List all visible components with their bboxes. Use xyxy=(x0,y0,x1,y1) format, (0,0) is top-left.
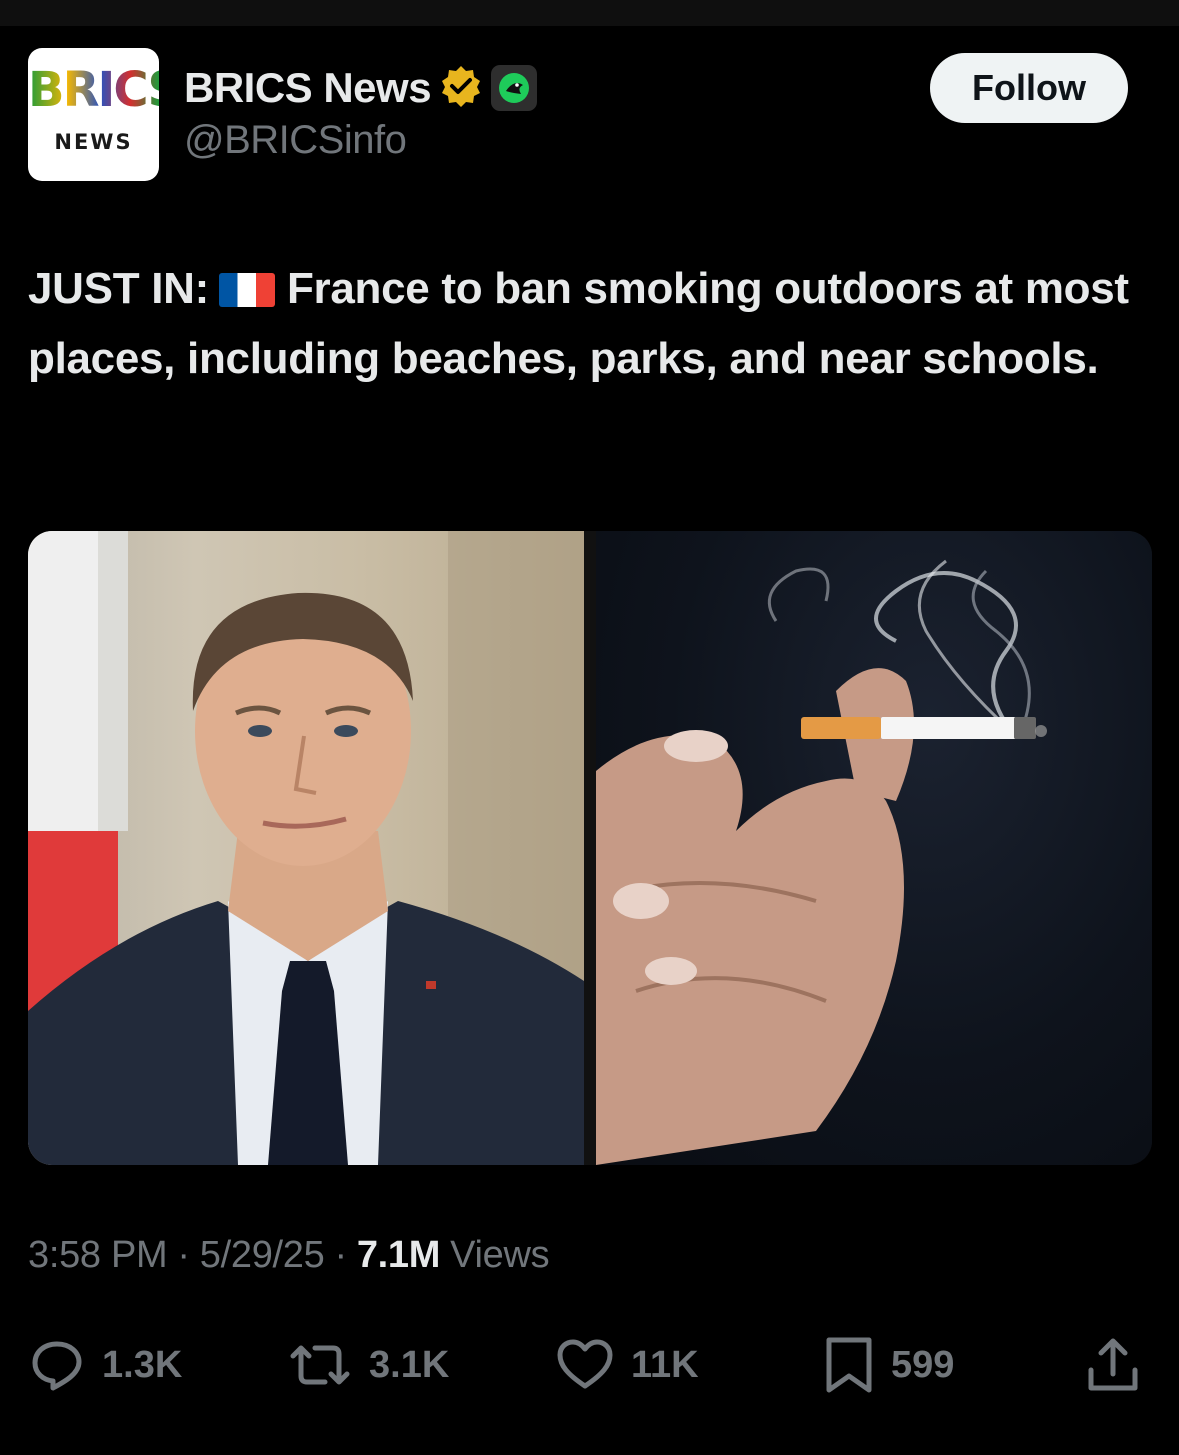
repost-icon xyxy=(287,1336,353,1394)
bookmark-button[interactable]: 599 xyxy=(823,1330,954,1400)
tweet-media[interactable] xyxy=(28,531,1152,1165)
tweet-text: JUST IN: France to ban smoking outdoors a… xyxy=(28,254,1158,394)
reply-count: 1.3K xyxy=(102,1343,183,1386)
tweet-time[interactable]: 3:58 PM xyxy=(28,1234,168,1277)
tweet-meta: 3:58 PM · 5/29/25 · 7.1M Views xyxy=(28,1234,550,1277)
france-flag-icon xyxy=(218,273,275,307)
bookmark-count: 599 xyxy=(891,1343,955,1386)
verified-badge-icon xyxy=(439,64,483,113)
reply-button[interactable]: 1.3K xyxy=(28,1330,182,1400)
tweet-date[interactable]: 5/29/25 xyxy=(200,1234,325,1277)
views-label: Views xyxy=(450,1234,550,1276)
like-button[interactable]: 11K xyxy=(555,1330,699,1400)
repost-count: 3.1K xyxy=(369,1343,450,1386)
repost-button[interactable]: 3.1K xyxy=(287,1330,449,1400)
bookmark-icon xyxy=(823,1334,875,1396)
affiliate-badge-icon xyxy=(491,65,538,111)
views-count[interactable]: 7.1M xyxy=(357,1234,441,1277)
display-name[interactable]: BRICS News xyxy=(184,64,432,112)
status-strip xyxy=(0,0,1179,26)
avatar[interactable]: BRICS NEWS xyxy=(28,48,159,181)
tweet-prefix: JUST IN: xyxy=(28,264,209,313)
share-button[interactable] xyxy=(1084,1330,1142,1400)
meta-separator: · xyxy=(334,1234,347,1276)
reply-icon xyxy=(28,1336,86,1394)
media-photo-portrait[interactable] xyxy=(28,531,584,1165)
share-icon xyxy=(1084,1334,1142,1396)
media-photo-cigarette[interactable] xyxy=(596,531,1152,1165)
meta-separator: · xyxy=(177,1234,190,1276)
user-handle[interactable]: @BRICSinfo xyxy=(184,118,407,163)
follow-button[interactable]: Follow xyxy=(930,53,1128,123)
like-count: 11K xyxy=(631,1343,699,1386)
avatar-logo-subtext: NEWS xyxy=(54,130,133,154)
heart-icon xyxy=(555,1336,615,1394)
action-bar: 1.3K 3.1K 11K 599 xyxy=(0,1330,1179,1400)
avatar-logo-text: BRICS xyxy=(28,64,159,116)
display-name-row[interactable]: BRICS News xyxy=(184,62,538,114)
